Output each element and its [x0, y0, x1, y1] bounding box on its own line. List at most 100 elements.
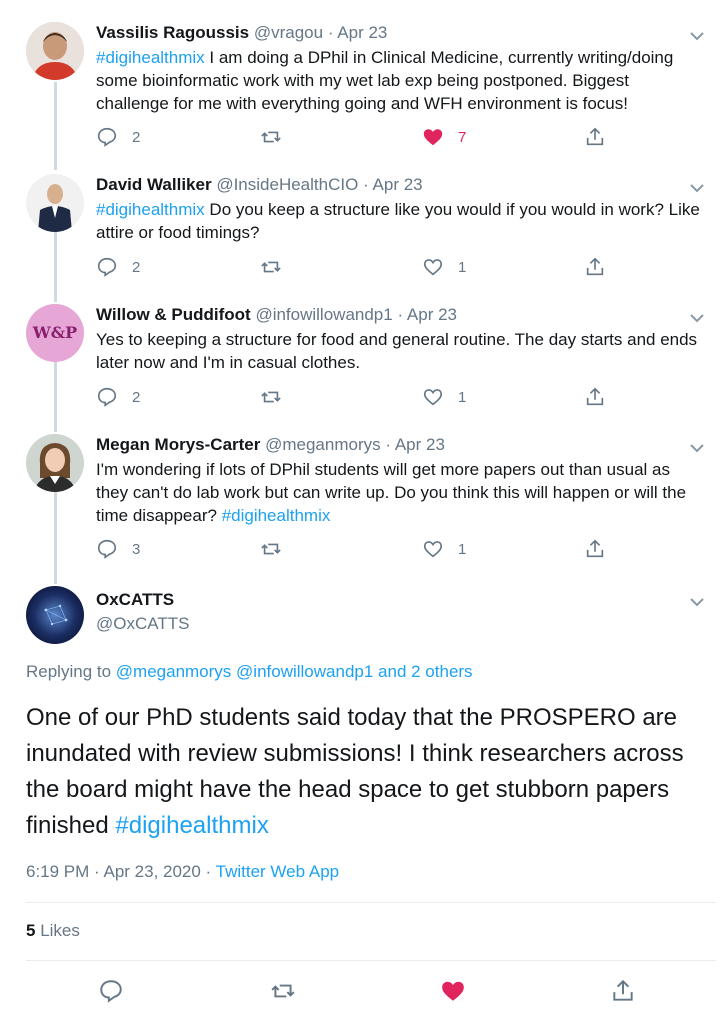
tweet-source-link[interactable]: Twitter Web App — [216, 862, 339, 881]
avatar[interactable] — [26, 586, 84, 644]
replying-to: Replying to @meganmorys @infowillowandp1… — [26, 662, 473, 681]
reply-count: 3 — [132, 540, 141, 558]
tweet[interactable]: W&P Willow & Puddifoot @infowillowandp1 … — [0, 304, 727, 424]
tweet[interactable]: David Walliker @InsideHealthCIO · Apr 23… — [0, 174, 727, 294]
retweet-button[interactable] — [260, 386, 282, 408]
like-button[interactable]: 1 — [422, 538, 466, 560]
share-icon — [586, 539, 604, 558]
retweet-icon — [261, 131, 281, 143]
avatar[interactable] — [26, 174, 84, 232]
like-count: 1 — [458, 388, 467, 406]
heart-filled-icon — [423, 129, 443, 146]
author-name[interactable]: OxCATTS — [96, 590, 174, 610]
likes-summary[interactable]: 5 Likes — [26, 921, 80, 941]
share-icon — [586, 257, 604, 276]
mention-link[interactable]: @infowillowandp1 — [236, 662, 373, 681]
chevron-down-icon[interactable] — [689, 442, 705, 454]
author-name[interactable]: Megan Morys-Carter — [96, 435, 260, 454]
share-icon — [586, 127, 604, 146]
like-button[interactable]: 1 — [422, 256, 466, 278]
author-handle[interactable]: @vragou — [254, 23, 323, 42]
hashtag-link[interactable]: #digihealthmix — [115, 812, 268, 839]
heart-filled-icon[interactable] — [440, 978, 466, 1004]
tweet-actions: 2 1 — [96, 386, 616, 410]
retweet-icon — [261, 391, 281, 403]
author-handle[interactable]: @InsideHealthCIO — [216, 175, 358, 194]
retweet-button[interactable] — [260, 538, 282, 560]
separator: · — [385, 435, 392, 454]
share-button[interactable] — [584, 256, 606, 278]
others-link[interactable]: and 2 others — [378, 662, 473, 681]
heart-icon — [423, 259, 443, 276]
retweet-button[interactable] — [260, 126, 282, 148]
reply-icon[interactable] — [98, 978, 124, 1004]
hashtag-link[interactable]: #digihealthmix — [222, 506, 331, 525]
tweet-header: Willow & Puddifoot @infowillowandp1 · Ap… — [96, 304, 457, 326]
hashtag-link[interactable]: #digihealthmix — [96, 200, 205, 219]
author-handle[interactable]: @infowillowandp1 — [255, 305, 392, 324]
share-icon — [586, 387, 604, 406]
author-name[interactable]: David Walliker — [96, 175, 212, 194]
share-button[interactable] — [584, 126, 606, 148]
reply-button[interactable]: 2 — [96, 256, 140, 278]
separator: · — [327, 23, 334, 42]
tweet-date[interactable]: Apr 23 — [373, 175, 423, 194]
share-button[interactable] — [584, 386, 606, 408]
tweet-date[interactable]: Apr 23 — [395, 435, 445, 454]
chevron-down-icon[interactable] — [689, 30, 705, 42]
focused-tweet-actions — [0, 978, 727, 1006]
chevron-down-icon[interactable] — [689, 596, 705, 608]
tweet-time[interactable]: 6:19 PM · Apr 23, 2020 · — [26, 862, 216, 881]
avatar-monogram: W&P — [32, 323, 78, 342]
tweet-text: #digihealthmix I am doing a DPhil in Cli… — [96, 48, 674, 113]
heart-icon — [423, 389, 443, 406]
author-name[interactable]: Willow & Puddifoot — [96, 305, 251, 324]
author-handle[interactable]: @OxCATTS — [96, 614, 189, 634]
heart-icon — [423, 541, 443, 558]
retweet-button[interactable] — [260, 256, 282, 278]
chevron-down-icon[interactable] — [689, 182, 705, 194]
tweet-text: I'm wondering if lots of DPhil students … — [96, 460, 687, 525]
tweet[interactable]: Megan Morys-Carter @meganmorys · Apr 23 … — [0, 434, 727, 574]
tweet-header: David Walliker @InsideHealthCIO · Apr 23 — [96, 174, 423, 196]
separator: · — [397, 305, 404, 324]
reply-count: 2 — [132, 128, 141, 146]
author-handle[interactable]: @meganmorys — [265, 435, 381, 454]
divider — [26, 960, 716, 961]
reply-count: 2 — [132, 388, 141, 406]
reply-count: 2 — [132, 258, 141, 276]
reply-button[interactable]: 3 — [96, 538, 140, 560]
like-count: 7 — [458, 128, 467, 146]
reply-icon — [97, 127, 117, 147]
retweet-icon[interactable] — [270, 978, 296, 1004]
hashtag-link[interactable]: #digihealthmix — [96, 48, 205, 67]
like-count: 1 — [458, 258, 467, 276]
tweet-actions: 3 1 — [96, 538, 616, 562]
share-button[interactable] — [584, 538, 606, 560]
mention-link[interactable]: @meganmorys — [116, 662, 232, 681]
tweet-date[interactable]: Apr 23 — [407, 305, 457, 324]
divider — [26, 902, 716, 903]
tweet-date[interactable]: Apr 23 — [337, 23, 387, 42]
retweet-icon — [261, 261, 281, 273]
tweet-header: Megan Morys-Carter @meganmorys · Apr 23 — [96, 434, 445, 456]
like-button[interactable]: 1 — [422, 386, 466, 408]
avatar[interactable] — [26, 434, 84, 492]
avatar[interactable] — [26, 22, 84, 80]
avatar[interactable]: W&P — [26, 304, 84, 362]
chevron-down-icon[interactable] — [689, 312, 705, 324]
separator: · — [363, 175, 369, 194]
focused-tweet-header: OxCATTS @OxCATTS — [0, 586, 727, 650]
like-button[interactable]: 7 — [422, 126, 466, 148]
tweet[interactable]: Vassilis Ragoussis @vragou · Apr 23 #dig… — [0, 22, 727, 162]
author-name[interactable]: Vassilis Ragoussis — [96, 23, 249, 42]
like-count: 1 — [458, 540, 467, 558]
tweet-header: Vassilis Ragoussis @vragou · Apr 23 — [96, 22, 387, 44]
tweet-timestamp: 6:19 PM · Apr 23, 2020 · Twitter Web App — [26, 862, 339, 882]
tweet-text: Yes to keeping a structure for food and … — [96, 330, 698, 372]
reply-icon — [97, 539, 117, 559]
share-icon[interactable] — [610, 978, 636, 1004]
reply-button[interactable]: 2 — [96, 126, 140, 148]
reply-icon — [97, 387, 117, 407]
reply-button[interactable]: 2 — [96, 386, 140, 408]
